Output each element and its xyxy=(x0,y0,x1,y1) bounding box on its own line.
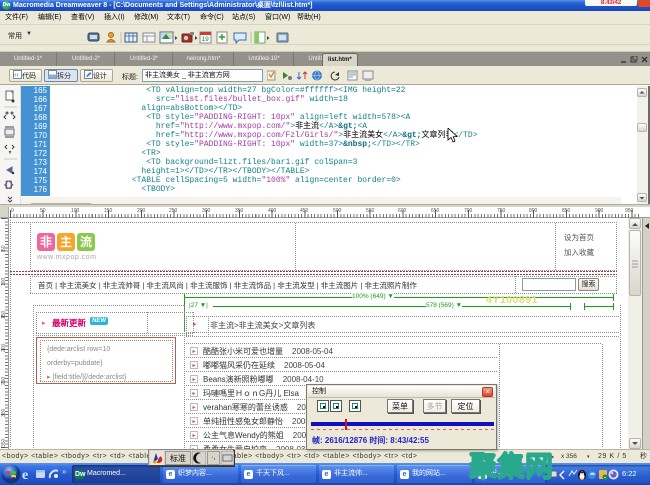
svg-text:{}: {} xyxy=(4,181,14,190)
svg-text:‹›: ‹› xyxy=(14,72,19,79)
svg-text:e: e xyxy=(22,468,28,482)
svg-text:19: 19 xyxy=(202,36,210,43)
